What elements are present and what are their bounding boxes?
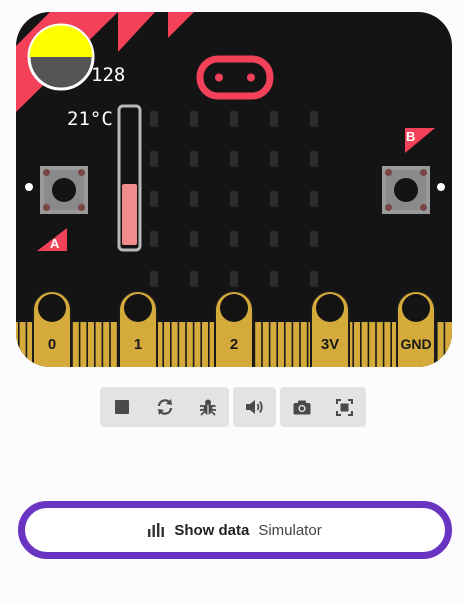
button-a-indicator-dot <box>25 183 33 191</box>
led <box>190 231 198 247</box>
edge-pin-thin <box>375 322 377 367</box>
led <box>310 111 318 127</box>
edge-pin-thin <box>443 322 446 367</box>
toolbar-group-sound <box>233 387 276 427</box>
debug-button[interactable] <box>186 387 229 427</box>
temperature-value: 21°C <box>67 108 113 130</box>
show-data-button[interactable]: Show data Simulator <box>18 501 452 559</box>
led <box>270 151 278 167</box>
pin-label: 1 <box>134 336 142 353</box>
edge-pin-thin <box>299 322 301 367</box>
edge-pin-thin <box>86 322 88 367</box>
edge-pin-thin <box>109 322 111 367</box>
edge-pin-thin <box>94 322 96 367</box>
edge-pin-thin <box>162 322 164 367</box>
stop-icon <box>114 400 129 414</box>
screenshot-button[interactable] <box>280 387 323 427</box>
edge-pin-thin <box>78 322 81 367</box>
edge-pin-thin <box>208 322 210 367</box>
toolbar-group-view <box>280 387 366 427</box>
light-level-sensor[interactable] <box>27 23 95 91</box>
debug-icon <box>199 399 216 416</box>
edge-pin-thin <box>276 322 278 367</box>
pin-3v[interactable]: 3V <box>310 290 350 368</box>
led <box>230 231 238 247</box>
led <box>310 271 318 287</box>
edge-pin-thin <box>185 322 187 367</box>
fullscreen-button[interactable] <box>323 387 366 427</box>
microbit-board: 128 21°C A B 0 1 2 3V GND <box>16 12 452 368</box>
logo-dot <box>215 73 223 82</box>
thermometer-fill <box>122 184 137 245</box>
led <box>150 151 158 167</box>
led <box>190 271 198 287</box>
mute-button[interactable] <box>233 387 276 427</box>
led <box>230 271 238 287</box>
edge-pin-thin <box>352 322 354 367</box>
led <box>230 151 238 167</box>
edge-pin-thin <box>436 322 438 367</box>
pin-label: GND <box>400 336 431 352</box>
pin-2[interactable]: 2 <box>214 290 254 368</box>
button-a-label: A <box>50 236 60 251</box>
edge-pin-thin <box>367 322 370 367</box>
pin-label: 3V <box>321 336 339 353</box>
pin-gnd[interactable]: GND <box>396 290 436 368</box>
logo-dot <box>247 73 255 82</box>
led <box>310 231 318 247</box>
led <box>270 231 278 247</box>
edge-pin-thin <box>261 322 263 367</box>
edge-pin-thin <box>284 322 286 367</box>
show-data-sublabel: Simulator <box>258 521 322 539</box>
pin-1[interactable]: 1 <box>118 290 158 368</box>
restart-icon <box>157 399 172 415</box>
stop-button[interactable] <box>100 387 143 427</box>
button-b[interactable] <box>382 166 430 214</box>
led <box>270 271 278 287</box>
led <box>190 151 198 167</box>
edge-pin-thin <box>360 322 362 367</box>
pin-label: 0 <box>48 336 56 353</box>
led <box>310 151 318 167</box>
button-b-label: B <box>406 129 415 144</box>
led <box>150 231 158 247</box>
led <box>190 111 198 127</box>
show-data-label: Show data <box>174 521 250 539</box>
edge-pin-thin <box>382 322 385 367</box>
led <box>270 111 278 127</box>
led <box>230 191 238 207</box>
led <box>150 191 158 207</box>
edge-pin-thin <box>192 322 195 367</box>
edge-pin-thin <box>268 322 271 367</box>
fullscreen-icon <box>336 398 353 416</box>
edge-pin-thin <box>306 322 309 367</box>
simulator-toolbar <box>100 387 366 427</box>
bar-chart-icon <box>148 523 165 537</box>
edge-pin-thin <box>18 322 20 367</box>
button-b-indicator-dot <box>437 183 445 191</box>
thermometer-slider[interactable] <box>117 104 142 252</box>
edge-pin-thin <box>101 322 104 367</box>
toolbar-group-run <box>100 387 229 427</box>
led <box>230 111 238 127</box>
edge-pin-thin <box>390 322 392 367</box>
simulator-panel: 128 21°C A B 0 1 2 3V GND Show data Simu… <box>0 0 464 603</box>
edge-pin-thin <box>200 322 202 367</box>
edge-pin-thin <box>170 322 172 367</box>
led <box>310 191 318 207</box>
edge-pin-thin <box>177 322 180 367</box>
edge-pin-thin <box>25 322 28 367</box>
led <box>150 271 158 287</box>
led <box>150 111 158 127</box>
led <box>270 191 278 207</box>
pin-label: 2 <box>230 336 238 353</box>
led <box>190 191 198 207</box>
edge-pin-thin <box>291 322 294 367</box>
button-a[interactable] <box>40 166 88 214</box>
restart-button[interactable] <box>143 387 186 427</box>
pin-0[interactable]: 0 <box>32 290 72 368</box>
sound-icon <box>245 400 263 414</box>
screenshot-icon <box>293 400 310 414</box>
light-level-value: 128 <box>91 64 125 86</box>
